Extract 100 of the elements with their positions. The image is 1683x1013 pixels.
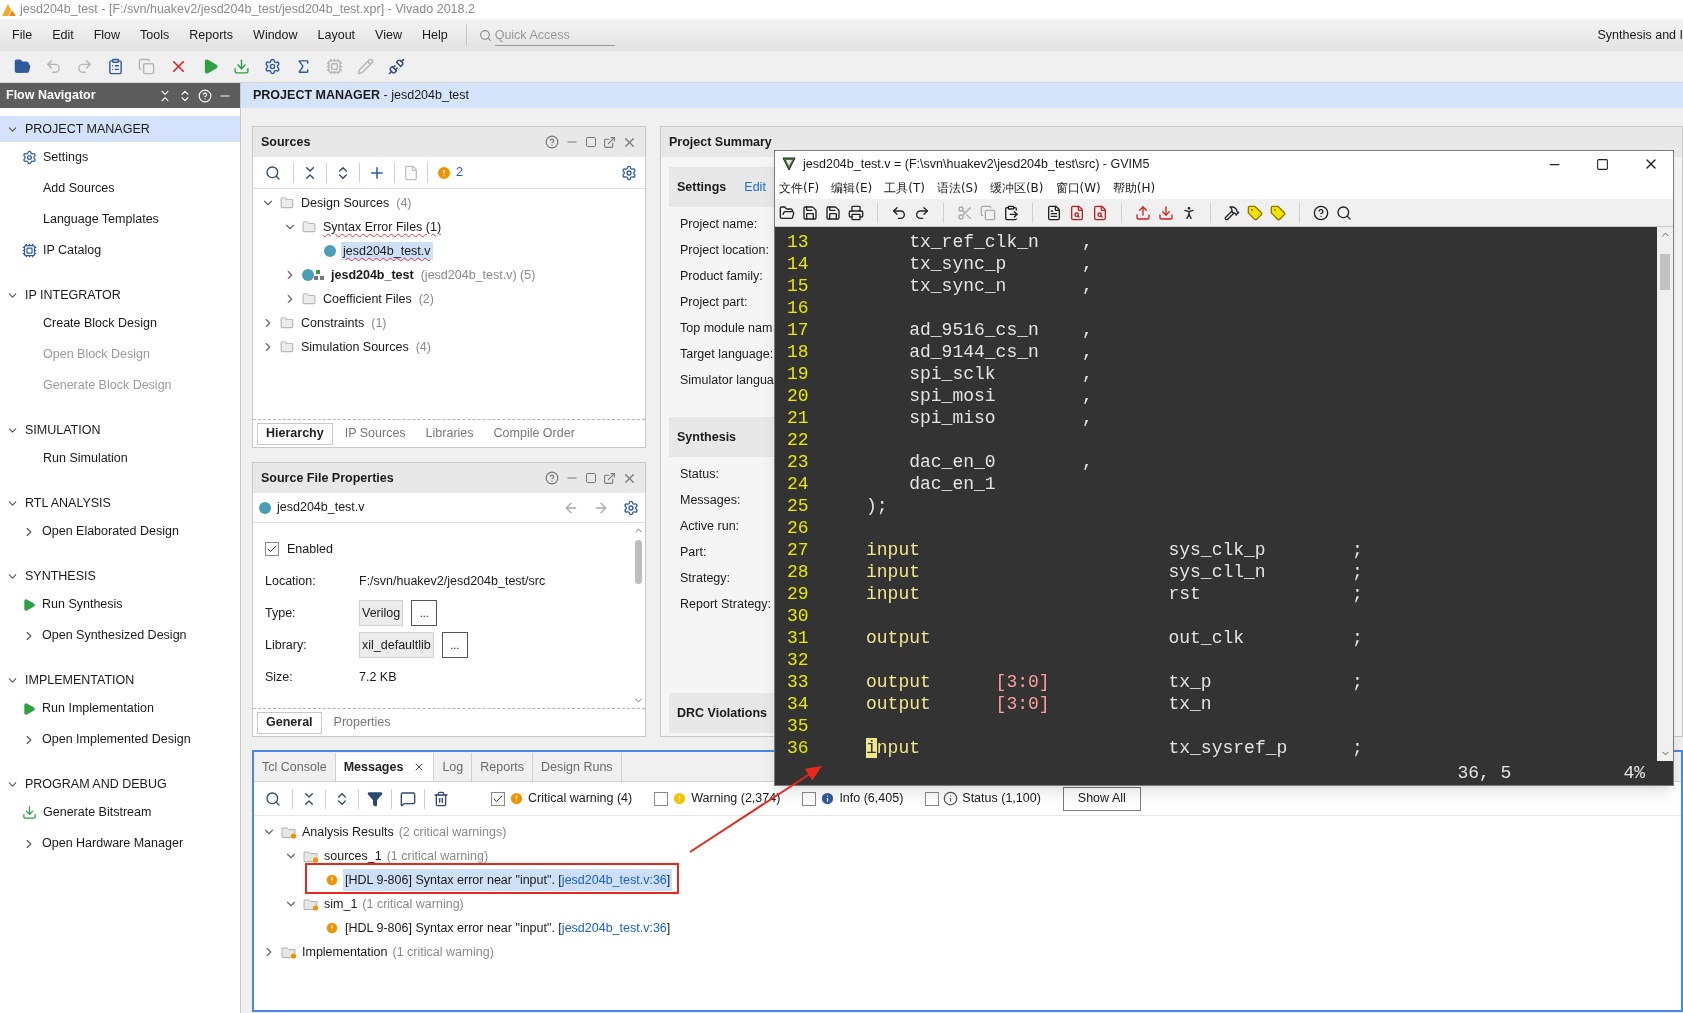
section-title[interactable]: IMPLEMENTATION [25,670,135,690]
undo-icon[interactable] [891,204,907,221]
plug-icon[interactable] [388,58,405,75]
upload-icon[interactable] [1135,204,1151,221]
folder-icon[interactable] [779,204,795,221]
tree-item[interactable]: sources_1 [324,846,382,866]
play-icon[interactable] [22,597,36,612]
nav-item[interactable]: Run Implementation [42,699,154,718]
checkbox[interactable] [802,791,817,806]
search-icon[interactable] [265,164,281,181]
menu-item[interactable]: File [2,25,43,45]
nav-item[interactable]: Run Synthesis [42,595,123,614]
clipboard-icon[interactable] [1003,204,1019,221]
section-title[interactable]: PROGRAM AND DEBUG [25,774,167,794]
tab[interactable]: Log [434,753,473,781]
browse-button[interactable]: ... [411,600,438,626]
nav-item[interactable]: Open Hardware Manager [42,834,184,853]
tab[interactable]: Design Runs [533,753,622,781]
download-icon[interactable] [22,805,37,820]
checkbox[interactable] [925,791,940,806]
collapse-all-icon[interactable] [158,88,172,103]
nav-item[interactable]: Add Sources [43,179,115,198]
save-icon[interactable] [802,204,818,221]
section-header[interactable]: PROJECT MANAGER [0,116,240,142]
float-icon[interactable] [603,471,616,485]
section-header[interactable]: SIMULATION [0,417,240,443]
tree-item[interactable]: Coefficient Files [321,289,414,309]
section-header[interactable]: IMPLEMENTATION [0,667,240,693]
filter-icon[interactable] [367,790,383,807]
save-icon[interactable] [825,204,841,221]
section-header[interactable]: RTL ANALYSIS [0,490,240,516]
menu-item[interactable]: 工具(T) [884,179,925,197]
delete-icon[interactable] [433,790,449,807]
download-icon[interactable] [233,58,250,75]
tab[interactable]: Tcl Console [254,753,336,781]
property-field[interactable]: xil_defaultlib [359,632,434,658]
redo-icon[interactable] [914,204,930,221]
menu-item[interactable]: 语法(S) [936,179,978,197]
comment-icon[interactable] [400,790,416,807]
tag-icon[interactable] [1247,204,1263,221]
section-header[interactable]: IP INTEGRATOR [0,282,240,308]
tab[interactable]: Libraries [417,422,482,445]
clipboard-icon[interactable] [107,58,124,75]
message-text[interactable]: [HDL 9-806] Syntax error near "input". [jesd204b_test.v:36] [343,916,673,940]
browse-button[interactable]: ... [441,632,468,658]
settings-icon[interactable] [621,164,637,181]
settings-icon[interactable] [623,499,639,516]
tree-item[interactable]: Constraints [299,313,367,333]
checkbox[interactable] [491,791,505,806]
section-title[interactable]: SIMULATION [25,420,101,440]
property-field[interactable]: Verilog [359,600,404,626]
tab[interactable]: Compile Order [485,422,583,445]
figure-icon[interactable] [1181,204,1197,221]
file-search-icon[interactable] [1069,204,1085,221]
tab[interactable]: Properties [325,711,399,734]
menu-item[interactable]: 窗口(W) [1055,179,1101,197]
scroll-thumb[interactable] [634,540,642,584]
warning-count[interactable]: 2 [456,163,463,182]
tab[interactable]: General [257,711,322,734]
tab[interactable]: Reports [472,753,534,781]
quick-access-field[interactable]: Quick Access [494,24,615,46]
tree-item[interactable]: jesd204b_test.v [341,241,433,261]
scrollbar[interactable] [1657,227,1673,761]
menu-item[interactable]: Window [243,25,308,45]
menu-item[interactable]: 文件(F) [779,179,820,197]
menu-item[interactable]: 帮助(H) [1112,179,1156,197]
nav-item[interactable]: Run Simulation [43,449,128,468]
menu-item[interactable]: Tools [130,25,180,45]
checkbox[interactable] [654,791,669,806]
help-icon[interactable] [1313,204,1329,221]
tree-item[interactable]: jesd204b_test [329,265,416,285]
menu-item[interactable]: Help [411,25,458,45]
nav-item[interactable]: Open Implemented Design [42,730,191,749]
menu-item[interactable]: Edit [42,25,84,45]
menu-item[interactable]: Flow [83,25,131,45]
download-icon[interactable] [1158,204,1174,221]
float-icon[interactable] [603,135,616,149]
scroll-thumb[interactable] [1660,254,1670,290]
section-title[interactable]: RTL ANALYSIS [25,493,111,513]
layout-label[interactable]: Synthesis and I [1597,25,1683,45]
print-icon[interactable] [848,204,864,221]
menu-item[interactable]: 缓冲区(B) [989,179,1044,197]
tree-item[interactable]: Implementation [302,942,388,962]
nav-item[interactable]: Open Synthesized Design [42,626,187,645]
search-icon[interactable] [265,790,281,807]
checkbox[interactable] [265,542,279,556]
nav-item[interactable]: IP Catalog [43,241,102,260]
tree-item[interactable]: Simulation Sources [299,337,411,357]
tree-item[interactable]: sim_1 [324,894,358,914]
play-icon[interactable] [202,58,219,75]
file-search-icon[interactable] [1092,204,1108,221]
document-icon[interactable] [1046,204,1062,221]
nav-item[interactable]: Settings [43,148,89,167]
menu-item[interactable]: Layout [307,25,366,45]
settings-icon[interactable] [264,58,281,75]
menu-item[interactable]: View [365,25,412,45]
tab[interactable]: IP Sources [336,422,414,445]
menu-item[interactable]: Reports [179,25,244,45]
maximize-icon[interactable] [1596,157,1609,171]
nav-item[interactable]: Generate Bitstream [43,803,152,822]
